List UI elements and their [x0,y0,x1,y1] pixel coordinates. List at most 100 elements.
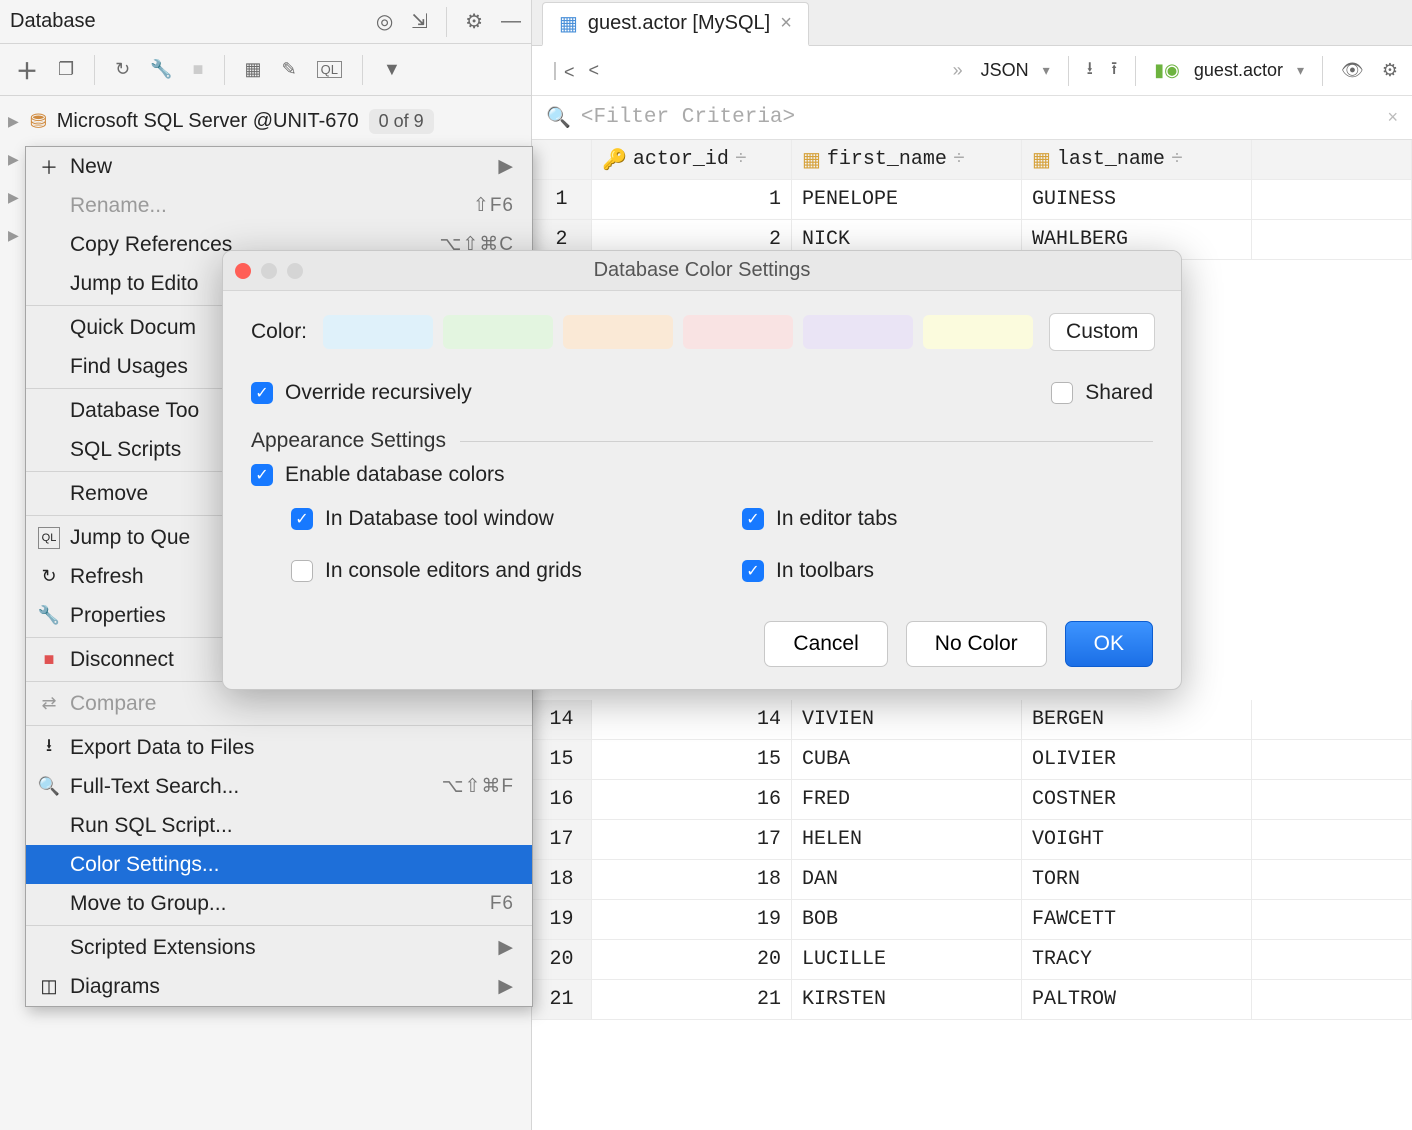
expand-icon[interactable]: ▶ [8,189,20,206]
view-format-dropdown[interactable]: JSON ▾ [981,60,1050,81]
cell-first-name[interactable]: HELEN [792,820,1022,860]
cell-overflow[interactable] [1252,740,1412,780]
in-toolbars-checkbox[interactable]: ✓ In toolbars [742,559,1153,583]
cell-first-name[interactable]: VIVIEN [792,700,1022,740]
filter-icon[interactable]: ▼ [383,59,401,80]
corner-header[interactable] [532,140,592,180]
cell-overflow[interactable] [1252,980,1412,1020]
minimize-icon[interactable]: — [501,10,521,33]
in-tool-window-checkbox[interactable]: ✓ In Database tool window [291,507,702,531]
ql-console-icon[interactable]: QL [317,61,342,78]
edit-icon[interactable]: ✎ [282,59,297,80]
cell-last-name[interactable]: OLIVIER [1022,740,1252,780]
cell-last-name[interactable]: TRACY [1022,940,1252,980]
download-icon[interactable]: ⭳ [1087,56,1093,86]
expand-icon[interactable]: ▶ [8,113,20,130]
datasource-dropdown[interactable]: ▮◉ guest.actor ▾ [1154,60,1304,81]
close-icon[interactable]: × [780,12,792,35]
col-last-name[interactable]: ▦last_name ÷ [1022,140,1252,180]
cell-first-name[interactable]: PENELOPE [792,180,1022,220]
cell-overflow[interactable] [1252,860,1412,900]
cell-last-name[interactable]: VOIGHT [1022,820,1252,860]
cell-actor-id[interactable]: 19 [592,900,792,940]
tree-server-row[interactable]: ▶ ⛃ Microsoft SQL Server @UNIT-670 0 of … [0,102,531,140]
cell-first-name[interactable]: BOB [792,900,1022,940]
sort-icon[interactable]: ÷ [1171,148,1183,171]
cell-last-name[interactable]: GUINESS [1022,180,1252,220]
cell-actor-id[interactable]: 17 [592,820,792,860]
clear-filter-icon[interactable]: × [1387,107,1398,128]
expand-icon[interactable]: ▶ [8,227,20,244]
enable-colors-checkbox[interactable]: ✓ Enable database colors [251,463,1153,487]
color-swatch-2[interactable] [563,315,673,349]
cell-overflow[interactable] [1252,940,1412,980]
menu-item-full-text-search[interactable]: 🔍Full-Text Search...⌥⇧⌘F [26,767,532,806]
cell-overflow[interactable] [1252,780,1412,820]
table-icon[interactable]: ▦ [245,59,262,80]
ok-button[interactable]: OK [1065,621,1153,667]
color-swatch-3[interactable] [683,315,793,349]
cell-last-name[interactable]: PALTROW [1022,980,1252,1020]
cell-last-name[interactable]: BERGEN [1022,700,1252,740]
search-icon[interactable]: 🔍 [546,105,571,130]
cell-first-name[interactable]: KIRSTEN [792,980,1022,1020]
color-swatch-1[interactable] [443,315,553,349]
more-icon[interactable]: » [953,60,963,81]
cell-last-name[interactable]: FAWCETT [1022,900,1252,940]
cell-overflow[interactable] [1252,820,1412,860]
cell-actor-id[interactable]: 20 [592,940,792,980]
filter-input[interactable]: <Filter Criteria> [581,106,1378,129]
cell-overflow[interactable] [1252,900,1412,940]
col-first-name[interactable]: ▦first_name ÷ [792,140,1022,180]
menu-item-new[interactable]: ＋New▶ [26,147,532,186]
cell-actor-id[interactable]: 21 [592,980,792,1020]
cancel-button[interactable]: Cancel [764,621,887,667]
dialog-titlebar[interactable]: Database Color Settings [223,251,1181,291]
cell-first-name[interactable]: DAN [792,860,1022,900]
cell-first-name[interactable]: LUCILLE [792,940,1022,980]
dock-icon[interactable]: ⇲ [411,9,428,34]
first-page-icon[interactable]: ｜< [546,58,575,84]
cell-first-name[interactable]: CUBA [792,740,1022,780]
expand-icon[interactable]: ▶ [8,151,20,168]
tab-actor[interactable]: ▦ guest.actor [MySQL] × [542,2,809,46]
menu-item-move-to-group[interactable]: Move to Group...F6 [26,884,532,923]
upload-icon[interactable]: ⭱ [1111,56,1117,86]
override-checkbox[interactable]: ✓ Override recursively [251,381,472,405]
custom-color-button[interactable]: Custom [1049,313,1155,351]
refresh-icon[interactable]: ↻ [115,59,130,80]
duplicate-icon[interactable]: ❐ [58,59,74,80]
cell-overflow[interactable] [1252,180,1412,220]
cell-actor-id[interactable]: 14 [592,700,792,740]
wrench-icon[interactable]: 🔧 [150,59,172,80]
no-color-button[interactable]: No Color [906,621,1047,667]
gear-icon[interactable]: ⚙ [1382,60,1398,81]
menu-item-run-sql-script[interactable]: Run SQL Script... [26,806,532,845]
cell-overflow[interactable] [1252,220,1412,260]
cell-actor-id[interactable]: 1 [592,180,792,220]
target-icon[interactable]: ◎ [376,9,393,34]
color-swatch-5[interactable] [923,315,1033,349]
cell-actor-id[interactable]: 16 [592,780,792,820]
cell-overflow[interactable] [1252,700,1412,740]
sort-icon[interactable]: ÷ [735,148,747,171]
prev-page-icon[interactable]: < [589,60,600,81]
menu-item-scripted-extensions[interactable]: Scripted Extensions▶ [26,928,532,967]
eye-icon[interactable]: 👁 [1341,60,1364,81]
sort-icon[interactable]: ÷ [953,148,965,171]
col-actor-id[interactable]: 🔑actor_id ÷ [592,140,792,180]
color-swatch-4[interactable] [803,315,913,349]
in-console-checkbox[interactable]: In console editors and grids [291,559,702,583]
add-icon[interactable]: ＋ [16,54,38,86]
color-swatch-0[interactable] [323,315,433,349]
menu-item-color-settings[interactable]: Color Settings... [26,845,532,884]
cell-actor-id[interactable]: 15 [592,740,792,780]
close-window-icon[interactable] [235,263,251,279]
cell-last-name[interactable]: TORN [1022,860,1252,900]
cell-last-name[interactable]: COSTNER [1022,780,1252,820]
gear-icon[interactable]: ⚙ [465,9,483,34]
in-editor-tabs-checkbox[interactable]: ✓ In editor tabs [742,507,1153,531]
col-overflow[interactable] [1252,140,1412,180]
cell-first-name[interactable]: FRED [792,780,1022,820]
menu-item-diagrams[interactable]: ◫Diagrams▶ [26,967,532,1006]
